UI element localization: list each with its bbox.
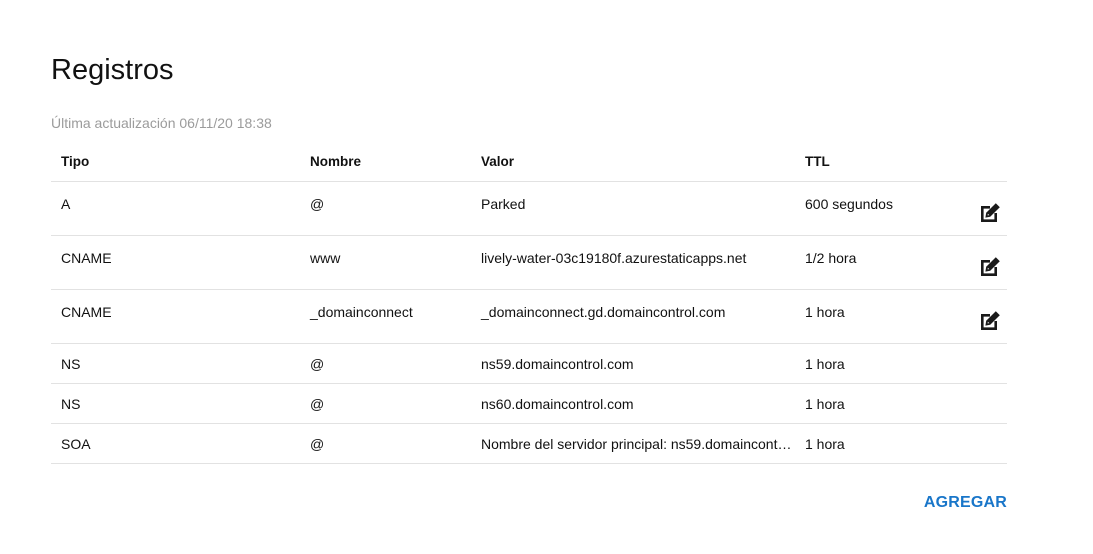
record-actions [965, 235, 1007, 290]
record-ttl: 1 hora [795, 423, 965, 464]
edit-record-button[interactable] [978, 255, 1002, 279]
record-name: @ [300, 383, 471, 424]
record-value: lively-water-03c19180f.azurestaticapps.n… [471, 235, 795, 290]
table-row: NS @ ns60.domaincontrol.com 1 hora [51, 383, 1007, 424]
column-header-value: Valor [471, 142, 795, 182]
record-ttl: 1 hora [795, 383, 965, 424]
edit-record-button[interactable] [978, 309, 1002, 333]
record-actions [965, 343, 1007, 384]
column-header-actions [965, 142, 1007, 182]
column-header-name: Nombre [300, 142, 471, 182]
record-value: Nombre del servidor principal: ns59.doma… [471, 423, 795, 464]
record-name: www [300, 235, 471, 290]
record-value: ns60.domaincontrol.com [471, 383, 795, 424]
column-header-type: Tipo [51, 142, 300, 182]
last-updated-timestamp: Última actualización 06/11/20 18:38 [51, 115, 272, 131]
record-type: CNAME [51, 289, 300, 344]
record-actions [965, 383, 1007, 424]
record-type: SOA [51, 423, 300, 464]
edit-icon [981, 203, 1000, 222]
table-row: SOA @ Nombre del servidor principal: ns5… [51, 423, 1007, 464]
record-value: Parked [471, 181, 795, 236]
edit-icon [981, 311, 1000, 330]
add-record-button[interactable]: AGREGAR [924, 494, 1007, 512]
record-ttl: 600 segundos [795, 181, 965, 236]
record-name: @ [300, 423, 471, 464]
edit-icon [981, 257, 1000, 276]
record-type: A [51, 181, 300, 236]
page-title: Registros [51, 54, 174, 86]
record-ttl: 1/2 hora [795, 235, 965, 290]
record-value: _domainconnect.gd.domaincontrol.com [471, 289, 795, 344]
record-actions [965, 181, 1007, 236]
record-name: @ [300, 343, 471, 384]
record-value: ns59.domaincontrol.com [471, 343, 795, 384]
record-actions [965, 289, 1007, 344]
table-row: CNAME www lively-water-03c19180f.azurest… [51, 235, 1007, 290]
table-header-row: Tipo Nombre Valor TTL [51, 142, 1007, 182]
record-type: NS [51, 383, 300, 424]
table-row: A @ Parked 600 segundos [51, 181, 1007, 236]
record-name: _domainconnect [300, 289, 471, 344]
record-type: CNAME [51, 235, 300, 290]
edit-record-button[interactable] [978, 201, 1002, 225]
table-row: NS @ ns59.domaincontrol.com 1 hora [51, 343, 1007, 384]
record-name: @ [300, 181, 471, 236]
record-type: NS [51, 343, 300, 384]
record-actions [965, 423, 1007, 464]
record-ttl: 1 hora [795, 289, 965, 344]
dns-records-table: Tipo Nombre Valor TTL A @ Parked 600 seg… [51, 142, 1007, 464]
record-ttl: 1 hora [795, 343, 965, 384]
table-row: CNAME _domainconnect _domainconnect.gd.d… [51, 289, 1007, 344]
column-header-ttl: TTL [795, 142, 965, 182]
